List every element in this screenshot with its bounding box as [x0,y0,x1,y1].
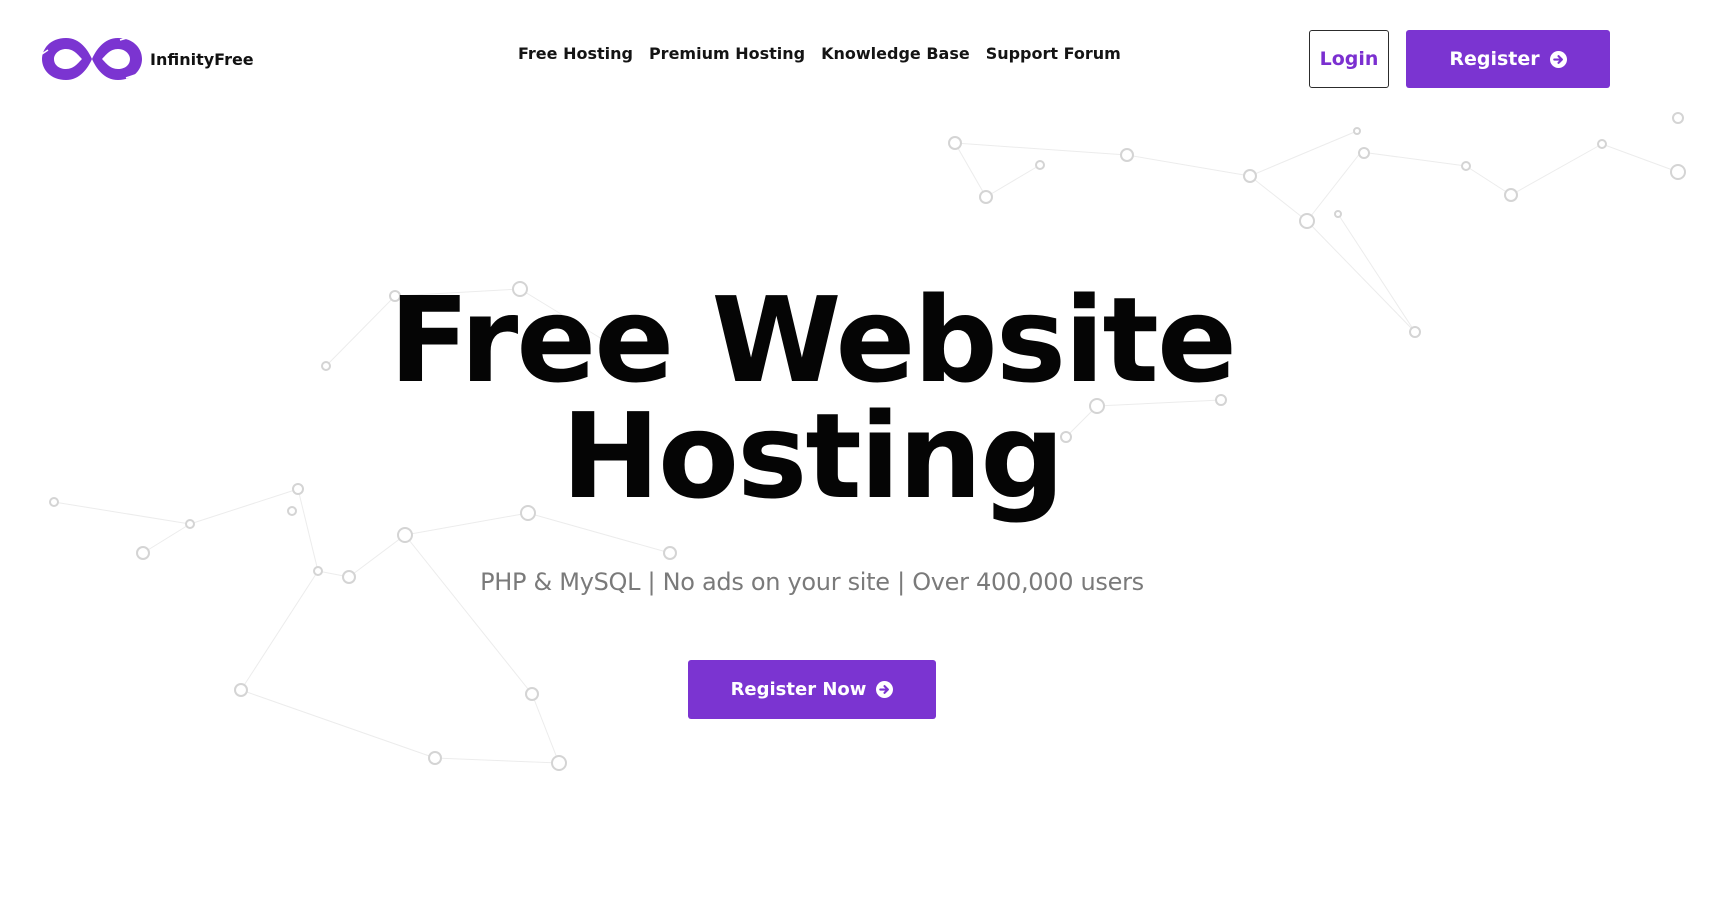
register-button-label: Register [1449,48,1540,70]
arrow-right-circle-icon [1549,50,1567,68]
nav-premium-hosting[interactable]: Premium Hosting [649,44,805,63]
brand-name: InfinityFree [150,49,254,69]
login-button[interactable]: Login [1309,30,1389,88]
login-button-label: Login [1319,48,1379,70]
hero-subtitle: PHP & MySQL | No ads on your site | Over… [480,568,1144,596]
infinity-logo-icon [41,35,142,80]
nav-support-forum[interactable]: Support Forum [986,44,1121,63]
brand-logo-link[interactable]: InfinityFree [38,30,254,88]
main-nav: Free Hosting Premium Hosting Knowledge B… [518,44,1137,63]
nav-free-hosting[interactable]: Free Hosting [518,44,633,63]
register-button[interactable]: Register [1406,30,1610,88]
arrow-right-circle-icon [876,681,894,698]
register-now-button-label: Register Now [730,679,867,700]
hero-title-line-2: Hosting [561,387,1064,525]
hero-title: Free Website Hosting [0,281,1624,515]
register-now-button[interactable]: Register Now [688,660,936,719]
site-header: InfinityFree Free Hosting Premium Hostin… [0,0,1712,118]
page: InfinityFree Free Hosting Premium Hostin… [0,0,1712,900]
nav-knowledge-base[interactable]: Knowledge Base [821,44,970,63]
